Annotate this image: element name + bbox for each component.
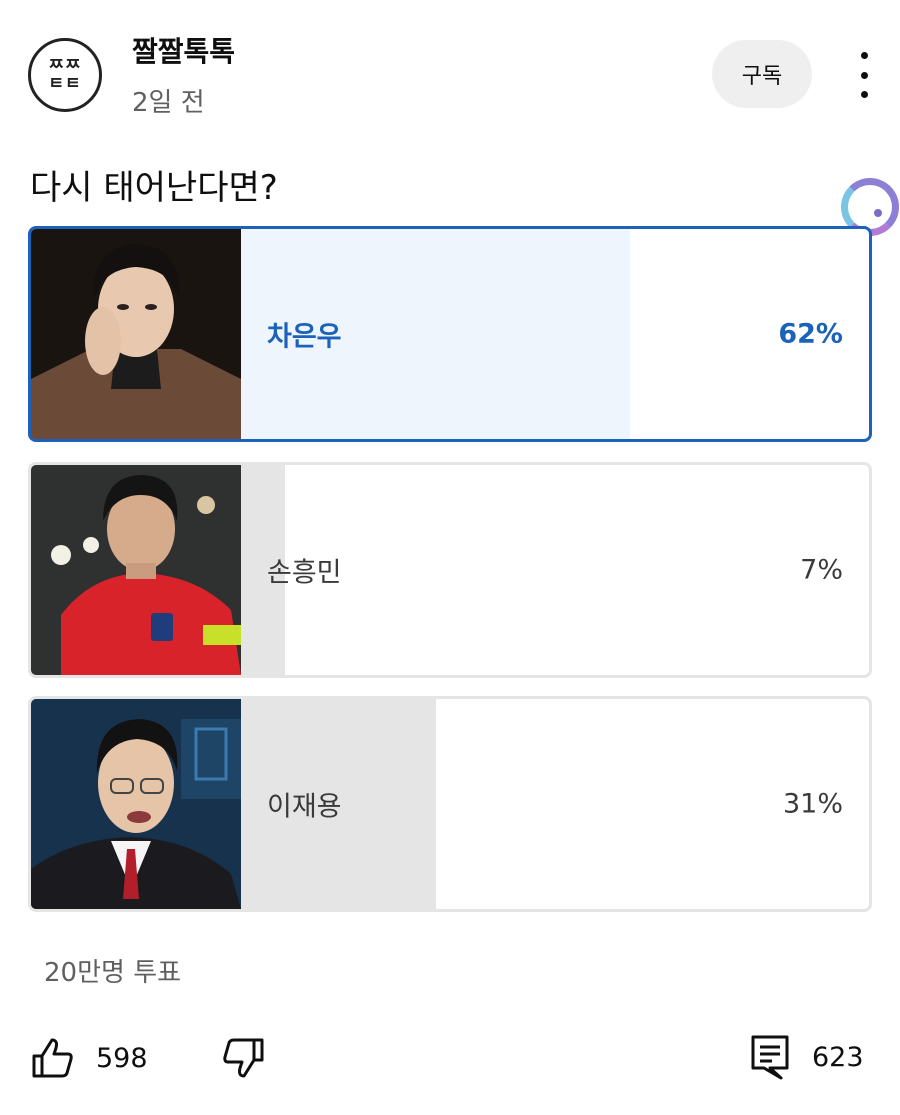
option-3-percent: 31% (782, 788, 843, 820)
thumbs-up-icon (30, 1036, 74, 1080)
more-dot (860, 91, 868, 98)
like-button[interactable]: 598 (30, 1036, 148, 1080)
option-2-label: 손흥민 (267, 557, 342, 589)
thumbs-down-icon (222, 1036, 266, 1080)
option-2-percent: 7% (800, 554, 843, 586)
dislike-button[interactable] (222, 1036, 266, 1080)
channel-avatar[interactable]: ㅉㅉ ㅌㅌ (28, 38, 102, 112)
more-dot (860, 52, 868, 59)
poll-option-1[interactable]: 차은우 62% (28, 226, 872, 442)
avatar-text-top: ㅉㅉ (48, 55, 82, 75)
option-1-photo (31, 229, 241, 439)
poll-option-3[interactable]: 이재용 31% (28, 696, 872, 912)
option-3-photo (31, 699, 241, 909)
comment-icon (750, 1034, 790, 1080)
avatar-text-bottom: ㅌㅌ (48, 74, 82, 94)
like-count: 598 (96, 1042, 148, 1074)
orb-dot (874, 209, 882, 217)
subscribe-button[interactable]: 구독 (712, 40, 812, 108)
vote-count: 20만명 투표 (44, 958, 182, 988)
option-2-photo (31, 465, 241, 675)
poll-question: 다시 태어난다면? (30, 168, 278, 208)
comment-count: 623 (812, 1041, 864, 1073)
post-timestamp: 2일 전 (132, 88, 205, 118)
more-options-icon[interactable] (846, 52, 882, 98)
comments-button[interactable]: 623 (750, 1034, 864, 1080)
more-dot (860, 71, 868, 79)
option-3-label: 이재용 (267, 791, 342, 823)
option-1-percent: 62% (778, 318, 843, 350)
channel-name[interactable]: 짤짤톡톡 (132, 30, 235, 70)
poll-option-2[interactable]: 손흥민 7% (28, 462, 872, 678)
option-1-label: 차은우 (267, 321, 342, 353)
